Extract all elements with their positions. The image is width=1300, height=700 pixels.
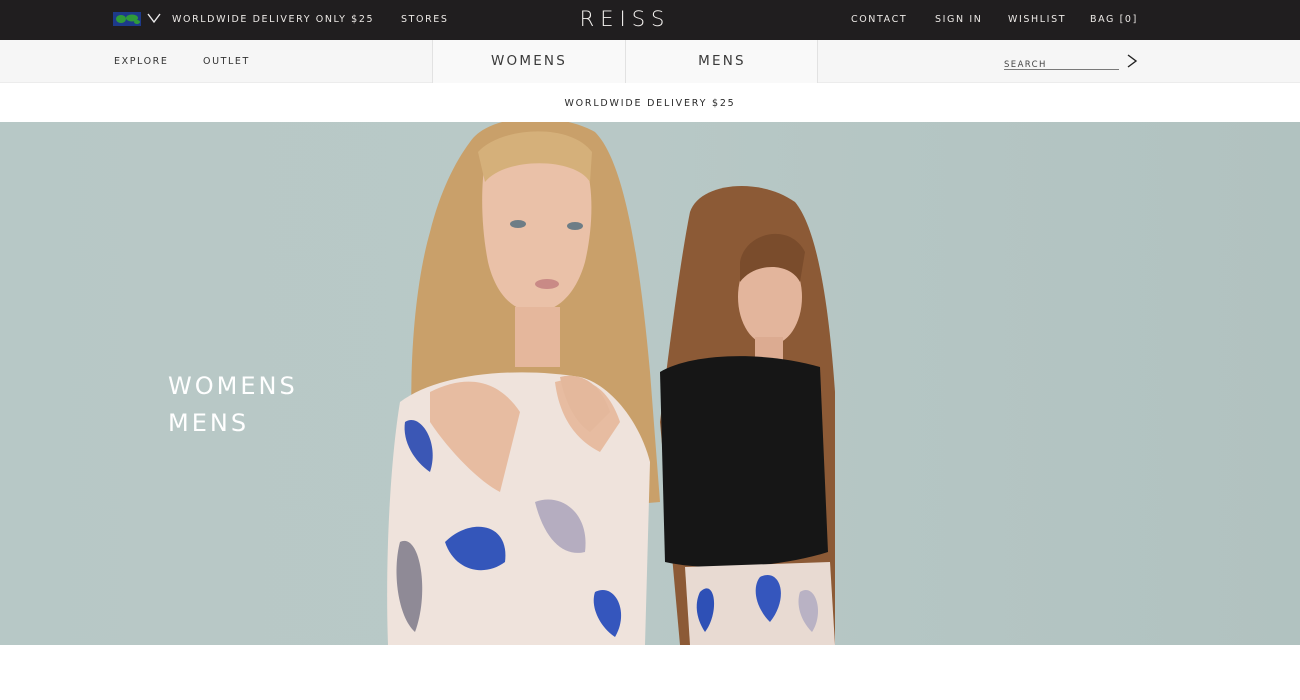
reiss-logo[interactable]: REISS [560,0,690,40]
contact-link[interactable]: CONTACT [851,0,907,40]
search-field [1004,52,1119,73]
top-bar: WORLDWIDE DELIVERY ONLY $25 STORES REISS… [0,0,1300,40]
search-input[interactable] [1004,56,1119,73]
world-flag-icon[interactable] [113,12,141,26]
hero-banner[interactable]: WOMENS MENS [0,122,1300,645]
outlet-link[interactable]: OUTLET [203,40,250,83]
hero-womens-link[interactable]: WOMENS [168,368,298,405]
tab-womens[interactable]: WOMENS [433,40,625,83]
bag-link[interactable]: BAG [0] [1090,0,1138,40]
explore-link[interactable]: EXPLORE [114,40,168,83]
secondary-nav: EXPLORE OUTLET WOMENS MENS [0,40,1300,83]
chevron-down-icon[interactable] [147,12,161,24]
wishlist-link[interactable]: WISHLIST [1008,0,1066,40]
stores-link[interactable]: STORES [401,0,449,40]
tab-mens[interactable]: MENS [626,40,818,83]
hero-category-links: WOMENS MENS [168,368,298,442]
worldwide-delivery-link[interactable]: WORLDWIDE DELIVERY ONLY $25 [172,0,374,40]
hero-mens-link[interactable]: MENS [168,405,298,442]
chevron-right-icon[interactable] [1125,54,1139,68]
sign-in-link[interactable]: SIGN IN [935,0,982,40]
nav-divider [817,40,818,83]
page-content-area [0,645,1300,700]
promo-banner[interactable]: WORLDWIDE DELIVERY $25 [0,83,1300,122]
